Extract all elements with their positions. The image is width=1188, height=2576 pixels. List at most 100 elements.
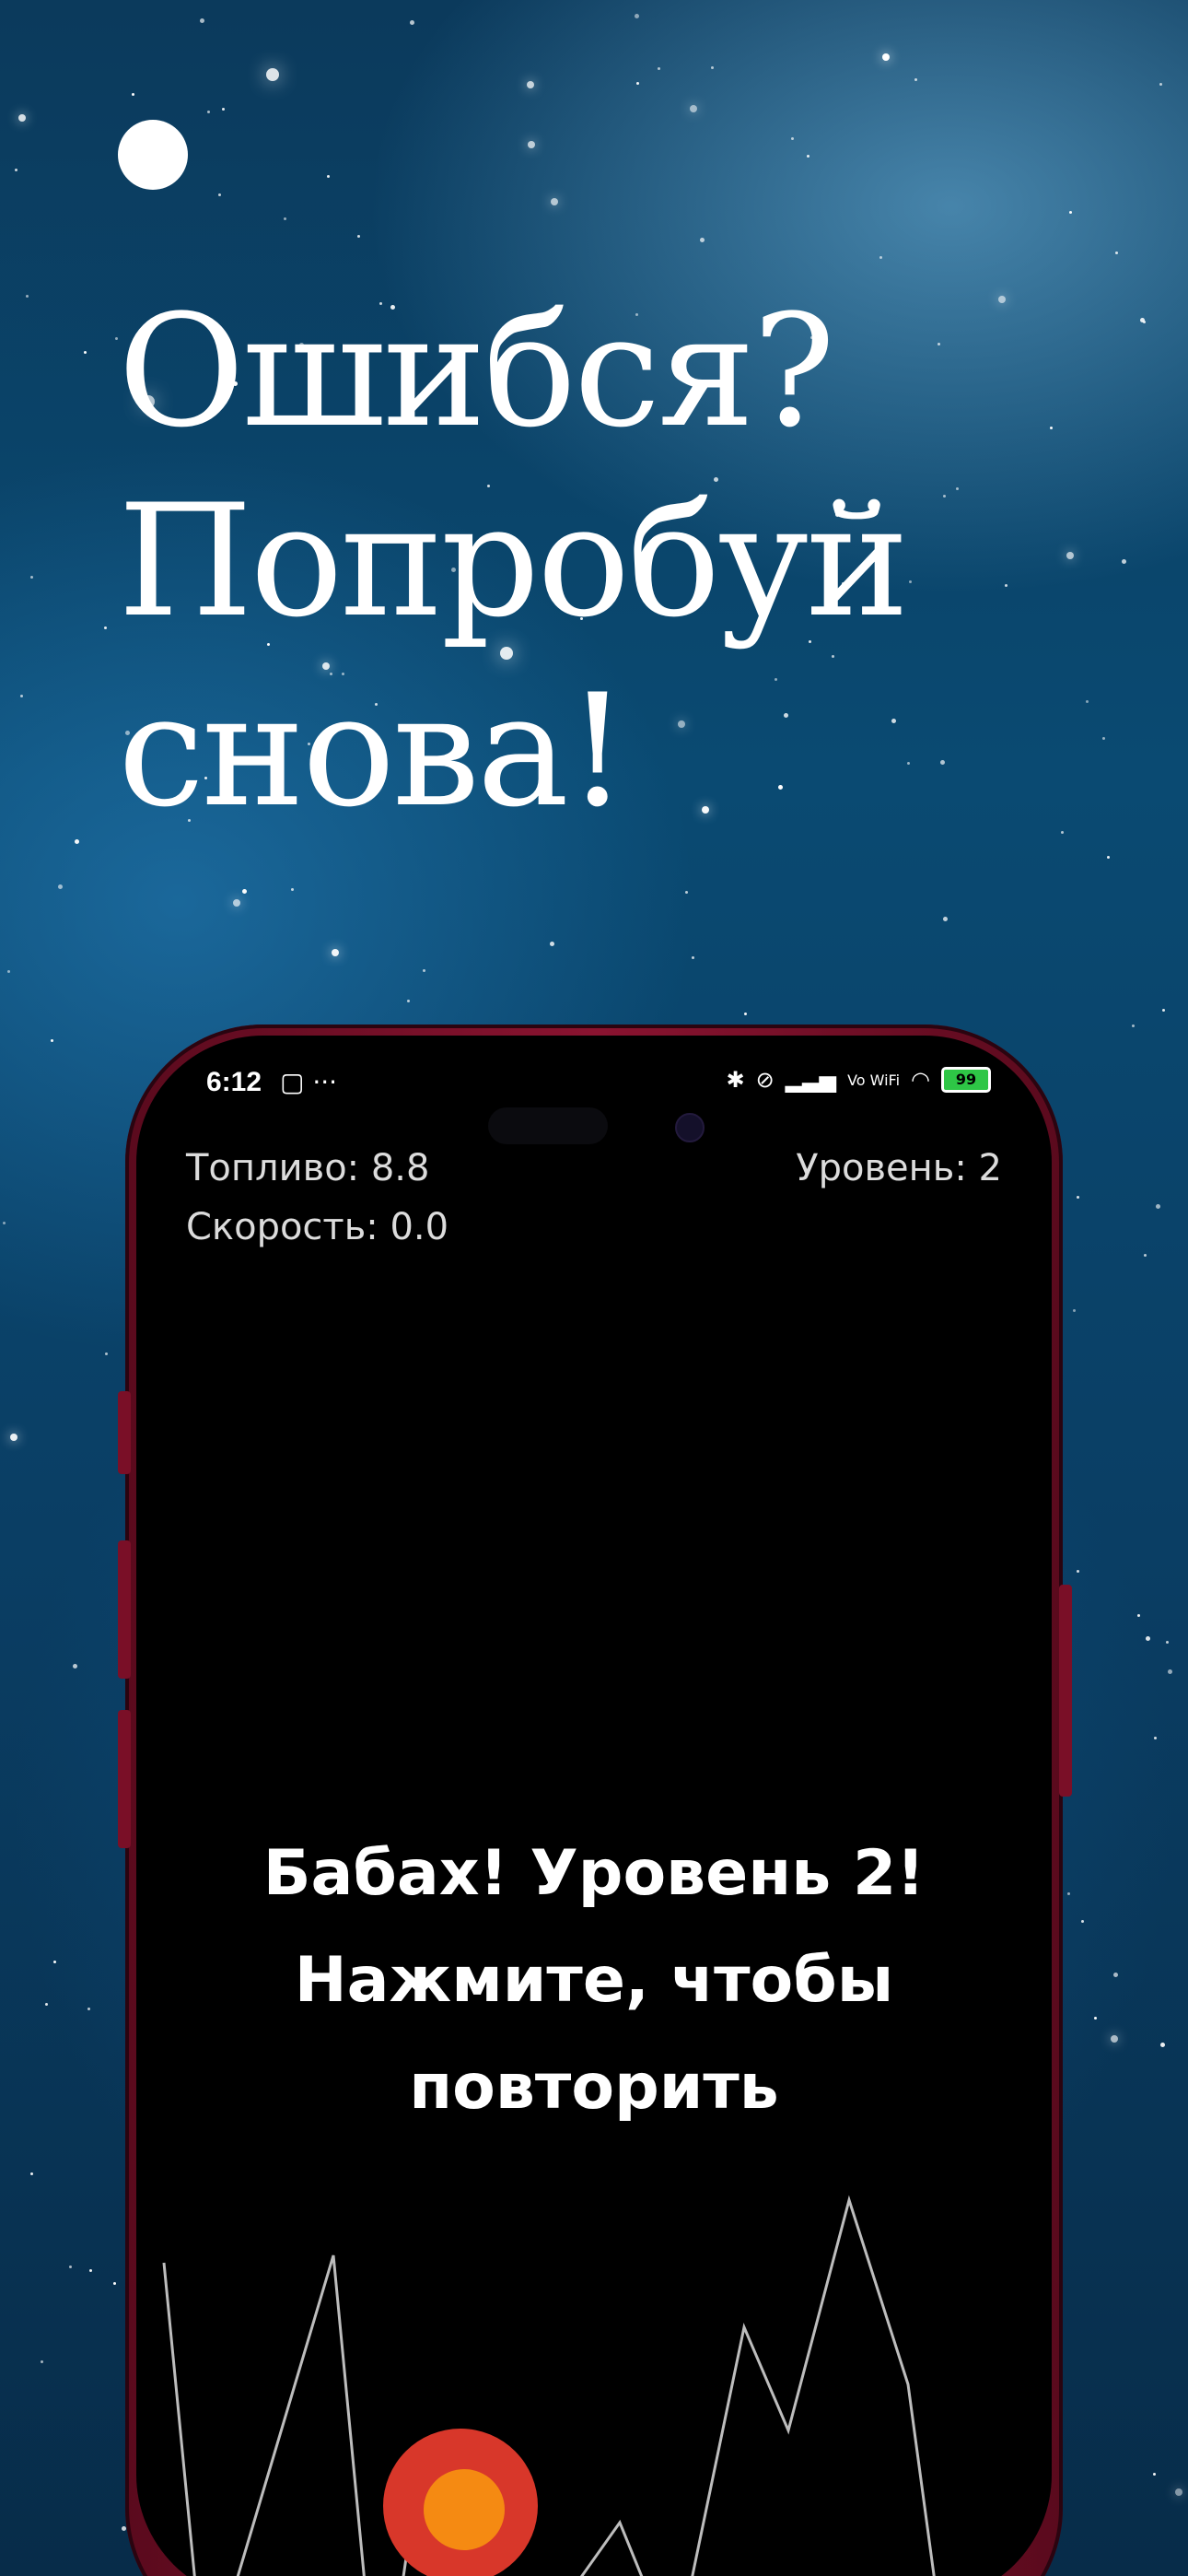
star [121,2526,126,2532]
star [526,80,534,88]
star [103,626,107,630]
star [1174,2488,1182,2496]
bluetooth-icon: ✱ [726,1067,745,1093]
star [744,1013,748,1016]
star [1167,1669,1172,1675]
vowifi-label: Vo WiFi [847,1071,901,1089]
star [1153,1737,1157,1740]
star [1159,82,1162,86]
star [233,899,241,907]
star [17,114,26,123]
star [30,2172,34,2176]
star [1144,1253,1147,1257]
star [74,838,79,844]
star [57,884,63,889]
star [1165,1640,1169,1644]
star [265,67,279,81]
star [790,136,794,140]
star [657,66,660,70]
star [14,168,17,171]
star [881,53,890,61]
speed-readout: Скорость: 0.0 [186,1206,449,1248]
star [1094,2017,1098,2020]
star [1077,1570,1080,1574]
star [1067,1892,1071,1896]
star [1077,1196,1080,1199]
camera-lens-icon [675,1113,705,1142]
crashed-ship-core [424,2469,505,2550]
star [550,941,555,946]
star [1073,1309,1077,1313]
crash-message-line-3: повторить [409,2051,779,2124]
signal-icon: ▂▃▅ [785,1067,837,1093]
star [112,2282,116,2286]
star [242,888,248,894]
star [1106,855,1110,859]
star [105,1352,109,1355]
terrain-line [162,2195,936,2576]
star [710,66,714,70]
page-indicator-dot [118,120,188,190]
volume-up-button [118,1540,131,1679]
star [422,969,425,973]
vibrate-off-icon: ⊘ [755,1067,775,1093]
phone-side-button [118,1391,131,1474]
star [6,970,10,974]
status-right-icons: ✱ ⊘ ▂▃▅ Vo WiFi ◠ 99 [726,1067,991,1093]
star [87,2007,91,2010]
star [943,916,949,921]
star [551,198,559,206]
star [290,888,294,892]
star [914,78,917,82]
star [207,110,211,113]
status-time: 6:12 [206,1067,262,1097]
star [10,1433,18,1441]
wifi-icon: ◠ [911,1067,930,1093]
star [19,694,23,697]
star [685,890,689,894]
hud-left: Топливо: 8.8 Скорость: 0.0 [186,1139,448,1257]
star [41,2360,44,2364]
fuel-readout: Топливо: 8.8 [186,1147,430,1189]
notification-icons: ▢ ··· [280,1067,338,1097]
star [72,1663,77,1669]
hud-right: Уровень: 2 [796,1139,1002,1198]
star [692,956,695,960]
star [45,2003,49,2007]
headline-line-3: снова! [118,661,628,841]
star [1068,210,1072,214]
star [1115,251,1119,254]
star [1160,2042,1166,2047]
star [2,1221,6,1224]
star [879,255,883,259]
star [409,20,414,26]
star [51,1038,54,1042]
star [284,217,287,220]
star [528,140,536,148]
star [806,155,809,158]
star [332,948,340,956]
star [132,92,135,96]
battery-icon: 99 [941,1067,991,1093]
crash-message[interactable]: Бабах! Уровень 2! Нажмите, чтобы повтори… [136,1821,1052,2141]
star [69,2265,73,2268]
star [1146,1636,1151,1642]
crash-message-line-1: Бабах! Уровень 2! [262,1837,926,1910]
star [89,2269,93,2272]
star [356,235,360,239]
terrain [162,2195,936,2576]
headline: Ошибся? Попробуй снова! [118,276,1131,846]
game-screen[interactable]: 6:12 ▢ ··· ✱ ⊘ ▂▃▅ Vo WiFi ◠ 99 Топливо:… [136,1036,1052,2576]
star [1132,1025,1136,1028]
star [634,14,639,19]
star [1153,2472,1157,2476]
crash-message-line-2: Нажмите, чтобы [294,1944,894,2017]
star [1111,2034,1119,2043]
level-readout: Уровень: 2 [796,1147,1002,1189]
star [53,1960,57,1963]
star [407,1000,411,1003]
power-button [1059,1585,1072,1797]
star [326,175,330,179]
star [1136,1614,1140,1618]
star [217,193,221,196]
